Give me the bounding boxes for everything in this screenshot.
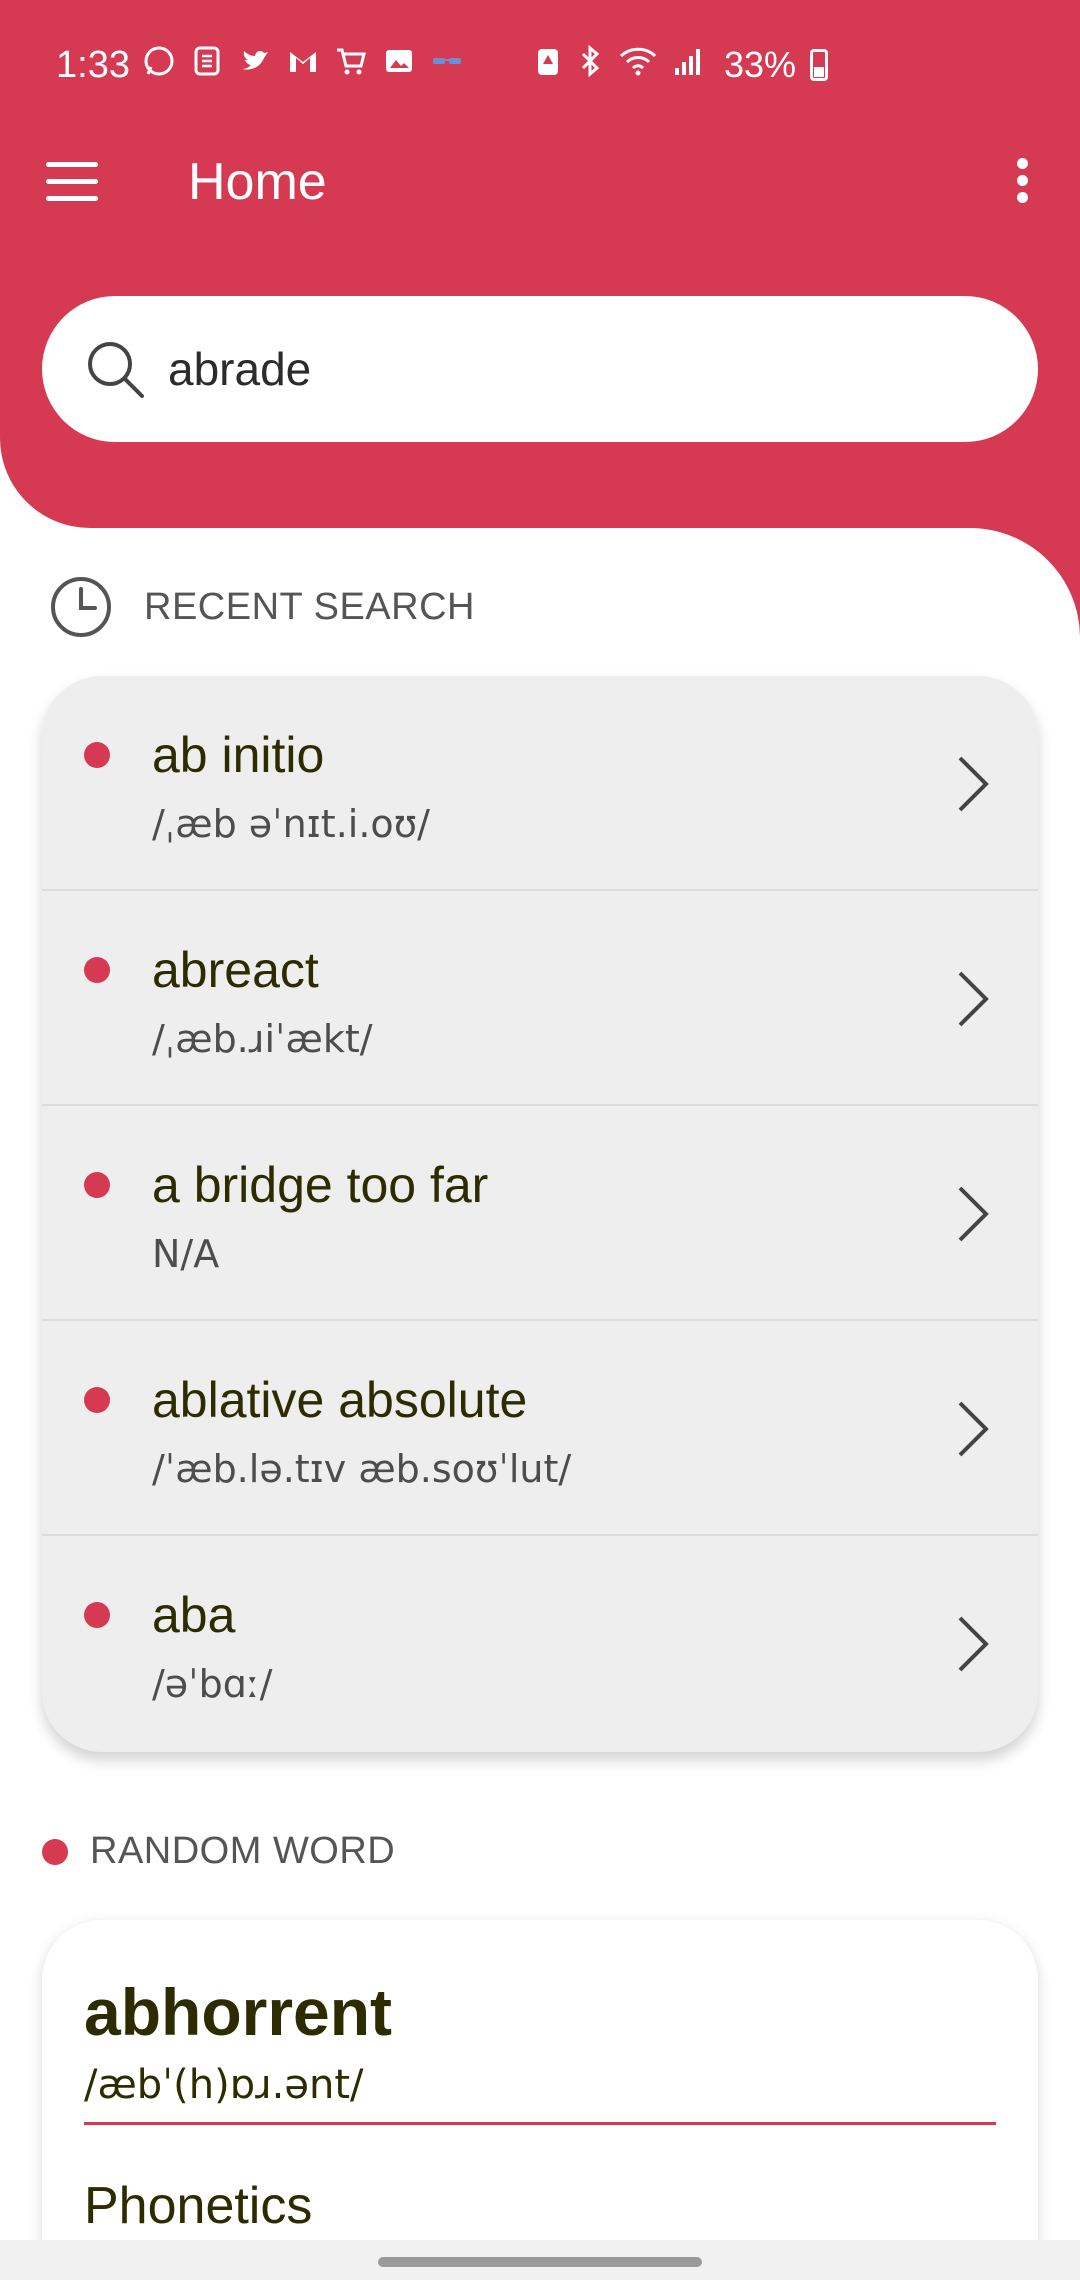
system-icons: 33% [534,44,829,86]
clock-icon [51,577,111,637]
battery-icon [810,49,829,81]
bullet-dot [42,1838,68,1865]
cart-icon [334,44,368,78]
phonetics-heading: Phonetics [84,2177,313,2235]
recent-word: abreact [152,942,319,998]
hamburger-menu-icon[interactable] [46,162,98,202]
whatsapp-icon [142,44,176,78]
recent-item[interactable]: abreact /ˌæb.ɹiˈækt/ [42,891,1038,1106]
twitter-icon [238,44,272,78]
bullet-dot [84,957,110,983]
recent-word: ablative absolute [152,1372,528,1428]
notification-icons [142,44,464,78]
status-bar: 1:33 33% [0,0,1080,130]
home-gesture-handle[interactable] [378,2257,702,2267]
recent-item[interactable]: aba /əˈbɑː/ [42,1536,1038,1751]
battery-saver-icon [534,44,562,86]
random-phonetic: /æbˈ(h)ɒɹ.ənt/ [84,2062,364,2108]
recent-word: ab initio [152,727,325,783]
recent-phonetic: /ˌæb.ɹiˈækt/ [152,1017,373,1061]
recent-search-title: RECENT SEARCH [144,585,475,628]
search-input[interactable] [168,332,968,406]
search-bar[interactable] [42,296,1038,442]
more-options-icon[interactable] [1006,158,1038,210]
recent-phonetic: /ˌæb əˈnɪt.i.oʊ/ [152,802,430,846]
s-icon [190,44,224,78]
image-icon [382,44,416,78]
recent-search-list: ab initio /ˌæb əˈnɪt.i.oʊ/ abreact /ˌæb.… [42,676,1038,1752]
recent-phonetic: N/A [152,1232,220,1276]
random-word-header: RANDOM WORD [42,1830,395,1873]
bullet-dot [84,1602,110,1628]
wifi-icon [618,44,658,86]
recent-item[interactable]: a bridge too far N/A [42,1106,1038,1321]
recent-phonetic: /əˈbɑː/ [152,1662,273,1706]
divider [84,2122,996,2125]
random-word-title: RANDOM WORD [90,1830,396,1872]
bluetooth-icon [576,44,604,86]
bullet-dot [84,1387,110,1413]
chevron-right-icon [958,1186,989,1242]
random-word-card[interactable]: abhorrent /æbˈ(h)ɒɹ.ənt/ Phonetics [42,1920,1038,2280]
search-icon [88,342,144,398]
gmail-icon [286,44,320,78]
status-time: 1:33 [56,44,130,86]
recent-search-header: RECENT SEARCH [48,574,475,640]
bullet-dot [84,742,110,768]
system-nav-bar [0,2240,1080,2280]
glasses-icon [430,44,464,78]
recent-phonetic: /ˈæb.lə.tɪv æb.soʊˈlut/ [152,1447,572,1491]
chevron-right-icon [958,1616,989,1672]
recent-item[interactable]: ab initio /ˌæb əˈnɪt.i.oʊ/ [42,676,1038,891]
random-word: abhorrent [84,1975,393,2049]
recent-item[interactable]: ablative absolute /ˈæb.lə.tɪv æb.soʊˈlut… [42,1321,1038,1536]
chevron-right-icon [958,756,989,812]
page-title: Home [188,153,327,211]
recent-word: a bridge too far [152,1157,489,1213]
recent-word: aba [152,1587,236,1643]
chevron-right-icon [958,971,989,1027]
chevron-right-icon [958,1401,989,1457]
app-bar: Home [0,130,1080,234]
battery-percent: 33% [724,44,797,85]
bullet-dot [84,1172,110,1198]
signal-icon [672,44,706,86]
